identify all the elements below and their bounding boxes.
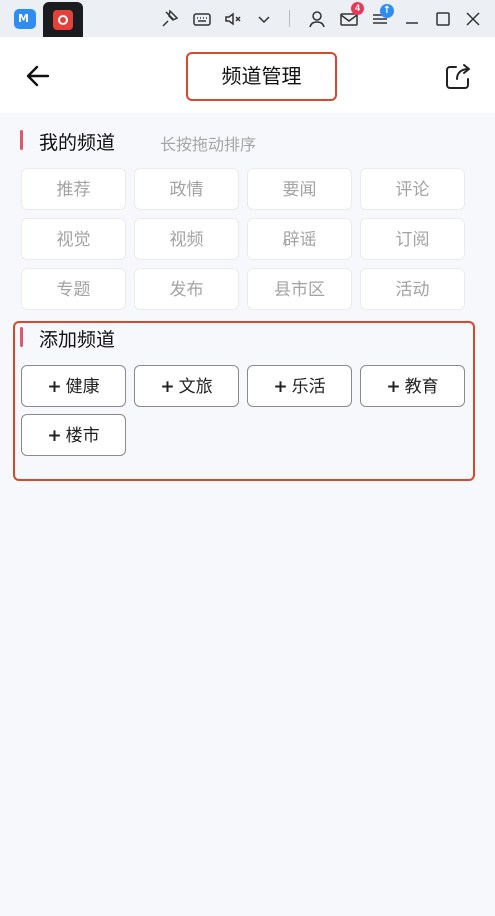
plus-icon: + [386, 377, 401, 397]
channel-chip[interactable]: 发布 [134, 268, 239, 310]
section-accent-bar [20, 130, 23, 150]
minimize-icon[interactable] [402, 9, 422, 29]
update-badge: ↑ [380, 4, 394, 18]
add-channel-button[interactable]: + 乐活 [247, 365, 352, 407]
channel-chip[interactable]: 订阅 [360, 218, 465, 260]
pin-icon[interactable] [160, 9, 180, 29]
app-tab[interactable] [43, 2, 83, 37]
plus-icon: + [273, 377, 288, 397]
chevron-down-icon[interactable] [254, 9, 274, 29]
channel-chip[interactable]: 活动 [360, 268, 465, 310]
add-channel-button[interactable]: + 文旅 [134, 365, 239, 407]
channel-chip[interactable]: 县市区 [247, 268, 352, 310]
share-button[interactable] [443, 62, 473, 92]
channel-chip[interactable]: 专题 [21, 268, 126, 310]
my-channels-title: 我的频道 [39, 132, 116, 154]
channel-label: 楼市 [65, 426, 100, 446]
channel-chip[interactable]: 要闻 [247, 168, 352, 210]
channel-chip[interactable]: 政情 [134, 168, 239, 210]
close-icon[interactable] [463, 9, 483, 29]
maximize-icon[interactable] [433, 9, 453, 29]
plus-icon: + [160, 377, 175, 397]
drag-sort-hint: 长按拖动排序 [160, 135, 257, 154]
section-accent-bar [20, 327, 23, 347]
channel-label: 健康 [65, 377, 100, 397]
channel-chip[interactable]: 评论 [360, 168, 465, 210]
back-arrow-icon [26, 65, 50, 87]
news-app-icon [53, 10, 73, 30]
channel-chip[interactable]: 推荐 [21, 168, 126, 210]
divider [289, 10, 290, 27]
title-highlight-box: 频道管理 [186, 52, 337, 101]
channel-chip[interactable]: 辟谣 [247, 218, 352, 260]
plus-icon: + [47, 377, 62, 397]
mail-badge: 4 [351, 2, 364, 15]
app-header: 频道管理 [0, 37, 495, 113]
add-channel-button[interactable]: + 楼市 [21, 414, 126, 456]
page-title: 频道管理 [221, 64, 302, 88]
user-icon[interactable] [307, 9, 327, 29]
keyboard-icon[interactable] [192, 9, 212, 29]
mumu-tab[interactable]: M [14, 9, 36, 29]
mumu-app-icon: M [18, 12, 29, 25]
plus-icon: + [47, 426, 62, 446]
channel-label: 文旅 [178, 377, 213, 397]
share-icon [446, 64, 470, 89]
mute-icon[interactable] [223, 9, 243, 29]
add-channel-button[interactable]: + 健康 [21, 365, 126, 407]
add-channels-title: 添加频道 [39, 329, 116, 351]
add-channel-button[interactable]: + 教育 [360, 365, 465, 407]
channel-chip[interactable]: 视觉 [21, 218, 126, 260]
channel-label: 教育 [404, 377, 439, 397]
channel-chip[interactable]: 视频 [134, 218, 239, 260]
emulator-title-bar: M 4 ↑ [0, 0, 495, 37]
channel-label: 乐活 [291, 377, 326, 397]
back-button[interactable] [24, 62, 52, 90]
